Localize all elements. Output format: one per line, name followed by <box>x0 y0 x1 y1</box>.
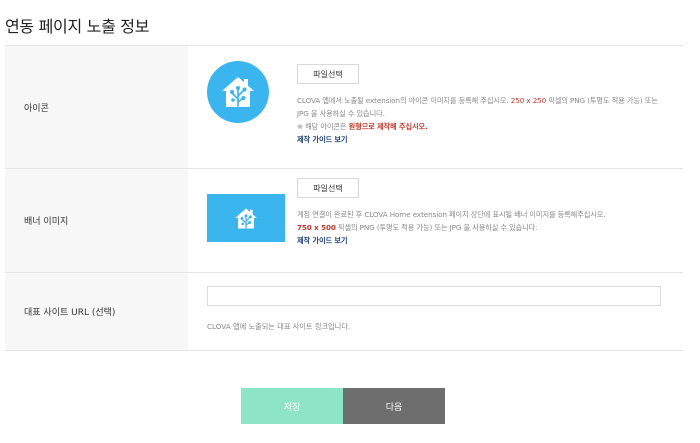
icon-note-highlight: 원형으로 제작해 주십시오. <box>348 122 428 131</box>
icon-guide-link[interactable]: 제작 가이드 보기 <box>297 133 665 146</box>
icon-size-highlight: 250 x 250 <box>510 96 547 105</box>
form-actions: 저장 다음 <box>241 388 445 424</box>
icon-row: 아이콘 파일선택 CLOVA 앱에서 노출될 extension의 아이콘 이미… <box>5 46 683 169</box>
banner-description: 계정 연결이 완료된 후 CLOVA Home extension 페이지 상단… <box>297 208 665 247</box>
url-row-label: 대표 사이트 URL (선택) <box>5 273 188 350</box>
banner-size-highlight: 750 x 500 <box>297 223 336 232</box>
app-icon-preview <box>207 61 269 123</box>
page-title: 연동 페이지 노출 정보 <box>5 17 150 36</box>
home-tree-icon <box>235 208 257 228</box>
icon-row-body: 파일선택 CLOVA 앱에서 노출될 extension의 아이콘 이미지를 등… <box>188 46 683 168</box>
banner-desc-text-2: 픽셀의 PNG (투명도 적용 가능) 또는 JPG 을 사용하실 수 있습니다… <box>335 223 538 232</box>
icon-description: CLOVA 앱에서 노출될 extension의 아이콘 이미지를 등록해 주십… <box>297 94 665 146</box>
icon-note-text: ※ 해당 아이콘은 <box>297 122 349 131</box>
banner-desc-text: 계정 연결이 완료된 후 CLOVA Home extension 페이지 상단… <box>297 210 606 219</box>
exposure-info-form: 아이콘 파일선택 CLOVA 앱에서 노출될 extension의 아이콘 이미… <box>5 45 683 351</box>
home-tree-icon <box>222 77 254 107</box>
icon-desc-text: CLOVA 앱에서 노출될 extension의 아이콘 이미지를 등록해 주십… <box>297 96 511 105</box>
site-url-input[interactable] <box>207 286 661 306</box>
banner-row-body: 파일선택 계정 연결이 완료된 후 CLOVA Home extension 페… <box>188 169 683 272</box>
next-button[interactable]: 다음 <box>343 388 445 424</box>
banner-row-label: 배너 이미지 <box>5 169 188 272</box>
url-row: 대표 사이트 URL (선택) CLOVA 앱에 노출되는 대표 사이트 링크입… <box>5 273 683 351</box>
save-button[interactable]: 저장 <box>241 388 343 424</box>
banner-row: 배너 이미지 파일선택 계정 연결이 완료된 후 CLOVA Home exte… <box>5 169 683 273</box>
banner-image-preview <box>207 194 285 242</box>
url-hint: CLOVA 앱에 노출되는 대표 사이트 링크입니다. <box>207 322 351 331</box>
banner-file-select-button[interactable]: 파일선택 <box>297 178 359 198</box>
banner-guide-link[interactable]: 제작 가이드 보기 <box>297 234 665 247</box>
url-row-body: CLOVA 앱에 노출되는 대표 사이트 링크입니다. <box>188 273 683 350</box>
icon-file-select-button[interactable]: 파일선택 <box>297 64 359 84</box>
icon-row-label: 아이콘 <box>5 46 188 168</box>
